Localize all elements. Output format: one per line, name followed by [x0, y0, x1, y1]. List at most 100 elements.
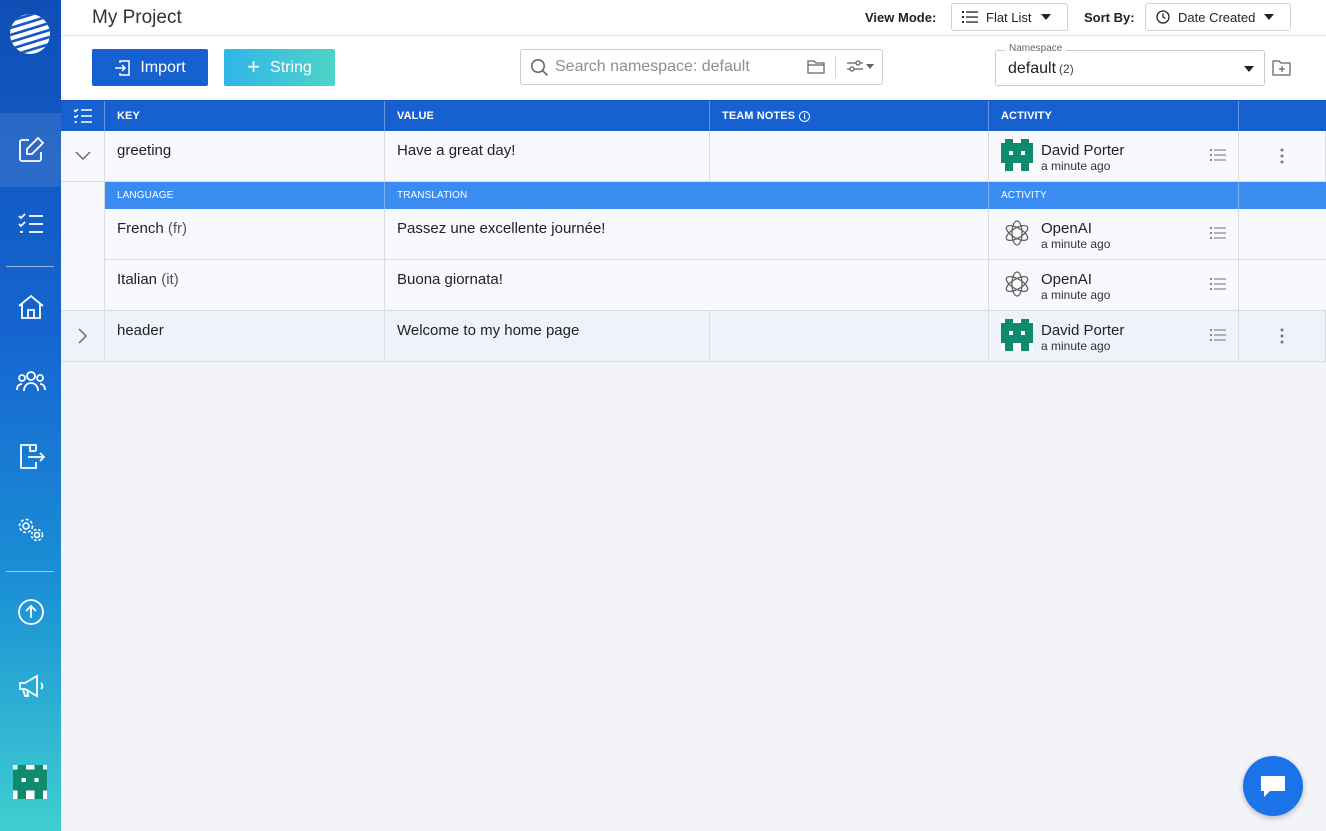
folder-icon[interactable] [807, 59, 826, 75]
header-value[interactable]: VALUE [385, 101, 710, 131]
value-cell[interactable]: Welcome to my home page [385, 311, 710, 361]
activity-cell: OpenAI a minute ago [989, 209, 1239, 259]
key-cell[interactable]: greeting [105, 131, 385, 181]
chevron-down-icon [1040, 14, 1051, 20]
more-vertical-icon [1280, 328, 1284, 344]
translation-row[interactable]: Italian (it) Buona giornata! OpenAI a mi… [105, 260, 1326, 311]
sidebar-item-team[interactable] [0, 356, 61, 406]
sidebar-item-announcements[interactable] [0, 661, 61, 711]
activity-user: David Porter [1041, 322, 1125, 339]
sidebar-item-editor[interactable] [0, 125, 61, 175]
chevron-down-icon [75, 151, 90, 160]
table-row[interactable]: greeting Have a great day! David Porter … [61, 131, 1326, 182]
row-more-button[interactable] [1239, 311, 1326, 361]
namespace-select[interactable]: Namespace default (2) [995, 43, 1265, 86]
header-actions [1239, 101, 1326, 131]
filter-button[interactable] [846, 59, 874, 73]
language-name: Italian [117, 271, 158, 288]
header-team-notes-label: TEAM NOTES [722, 110, 796, 122]
activity-cell: David Porter a minute ago [989, 131, 1239, 181]
chevron-down-icon [1244, 66, 1254, 72]
activity-time: a minute ago [1041, 339, 1111, 353]
activity-time: a minute ago [1041, 288, 1111, 302]
language-cell: French (fr) [105, 209, 385, 259]
select-all-checkbox[interactable] [61, 101, 105, 131]
table-header: KEY VALUE TEAM NOTES i ACTIVITY [61, 100, 1326, 131]
plus-icon: + [247, 53, 261, 79]
header-team-notes[interactable]: TEAM NOTES i [710, 101, 989, 131]
add-string-button[interactable]: + String [224, 49, 335, 86]
sidebar [0, 0, 61, 831]
chat-support-button[interactable] [1243, 756, 1303, 816]
activity-list-icon[interactable] [1210, 148, 1226, 162]
activity-cell: David Porter a minute ago [989, 311, 1239, 361]
notes-cell[interactable] [710, 131, 989, 181]
sidebar-item-home[interactable] [0, 282, 61, 332]
app-logo[interactable] [9, 13, 51, 55]
activity-list-icon[interactable] [1210, 277, 1226, 291]
translations-panel: LANGUAGE TRANSLATION ACTIVITY French (fr… [61, 182, 1326, 311]
activity-list-icon[interactable] [1210, 328, 1226, 342]
translation-cell[interactable]: Passez une excellente journée! [385, 209, 989, 259]
row-more-button[interactable] [1239, 131, 1326, 181]
view-mode-select[interactable]: Flat List [951, 3, 1068, 31]
user-avatar [1001, 319, 1033, 351]
home-icon [17, 294, 44, 319]
subheader-language: LANGUAGE [105, 182, 385, 209]
top-bar: My Project View Mode: Flat List Sort By:… [61, 0, 1326, 36]
view-mode-value: Flat List [986, 9, 1032, 25]
header-key[interactable]: KEY [105, 101, 385, 131]
row-collapse-toggle[interactable] [61, 131, 105, 181]
activity-user: OpenAI [1041, 271, 1092, 288]
view-mode-label: View Mode: [865, 10, 937, 25]
namespace-count: (2) [1059, 62, 1074, 76]
import-label: Import [140, 58, 186, 76]
activity-user: OpenAI [1041, 220, 1092, 237]
search-input[interactable] [555, 56, 795, 78]
subheader-translation: TRANSLATION [385, 182, 989, 209]
chat-bubble-icon [1261, 776, 1285, 797]
activity-time: a minute ago [1041, 159, 1111, 173]
add-folder-icon[interactable] [1272, 59, 1292, 76]
activity-list-icon[interactable] [1210, 226, 1226, 240]
openai-logo-icon [1005, 271, 1029, 297]
info-icon[interactable]: i [799, 110, 811, 122]
sort-by-label: Sort By: [1084, 10, 1135, 25]
filter-sliders-icon [847, 60, 863, 72]
namespace-value: default (2) [1008, 60, 1074, 78]
sidebar-divider [6, 266, 54, 267]
sidebar-item-export[interactable] [0, 431, 61, 481]
settings-icon [18, 518, 43, 542]
upload-icon [17, 599, 44, 625]
team-icon [15, 371, 46, 392]
chevron-down-icon [1264, 14, 1275, 20]
more-vertical-icon [1280, 148, 1284, 164]
value-cell[interactable]: Have a great day! [385, 131, 710, 181]
translation-spacer [1239, 209, 1326, 259]
announcement-icon [18, 674, 43, 698]
activity-time: a minute ago [1041, 237, 1111, 251]
edit-icon [18, 136, 44, 162]
activity-user: David Porter [1041, 142, 1125, 159]
chevron-right-icon [78, 328, 87, 344]
sidebar-item-upgrade[interactable] [0, 587, 61, 637]
translation-spacer [1239, 260, 1326, 310]
language-name: French [117, 220, 164, 237]
translation-cell[interactable]: Buona giornata! [385, 260, 989, 310]
key-cell[interactable]: header [105, 311, 385, 361]
notes-cell[interactable] [710, 311, 989, 361]
row-expand-toggle[interactable] [61, 311, 105, 361]
namespace-name: default [1008, 60, 1057, 77]
table-row[interactable]: header Welcome to my home page David Por… [61, 311, 1326, 362]
export-icon [19, 444, 45, 469]
user-avatar[interactable] [13, 765, 47, 799]
sidebar-item-tasks[interactable] [0, 199, 61, 249]
header-activity[interactable]: ACTIVITY [989, 101, 1239, 131]
sort-by-select[interactable]: Date Created [1145, 3, 1291, 31]
namespace-label: Namespace [1005, 43, 1067, 54]
sidebar-item-settings[interactable] [0, 505, 61, 555]
translation-row[interactable]: French (fr) Passez une excellente journé… [105, 209, 1326, 260]
sidebar-divider [6, 571, 54, 572]
translations-body: LANGUAGE TRANSLATION ACTIVITY French (fr… [105, 182, 1326, 311]
import-button[interactable]: Import [92, 49, 208, 86]
